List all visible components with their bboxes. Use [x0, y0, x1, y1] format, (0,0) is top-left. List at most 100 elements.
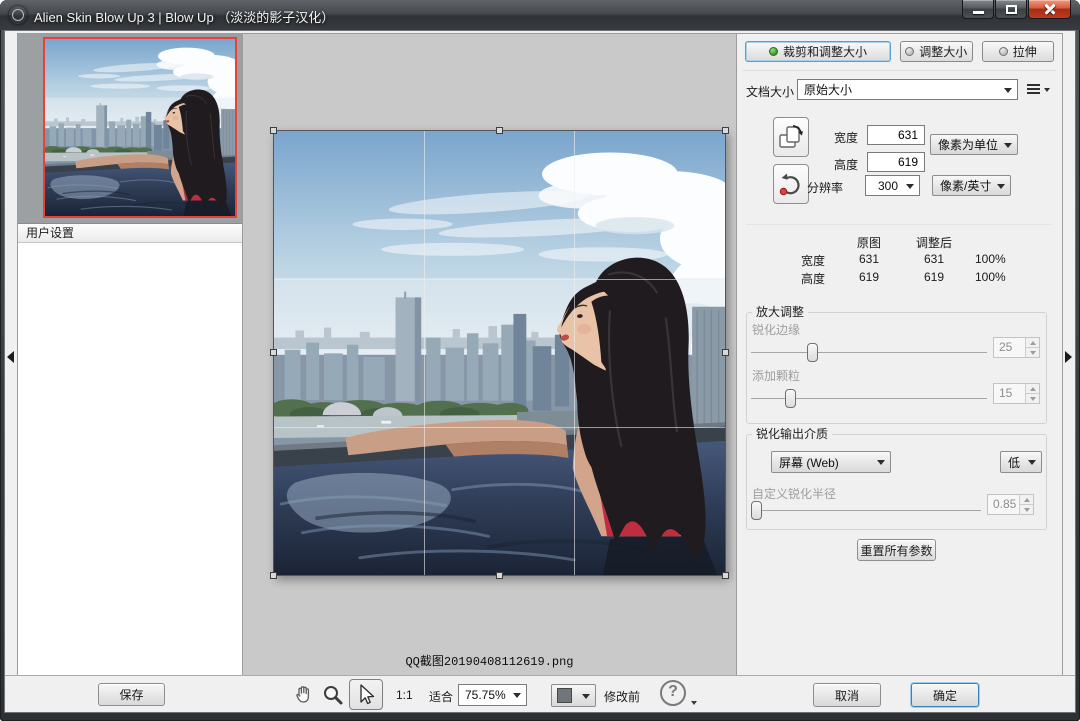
- crop-handle[interactable]: [496, 572, 503, 579]
- slider-thumb[interactable]: [785, 389, 796, 408]
- zoom-tool-button[interactable]: [319, 681, 347, 709]
- presets-list[interactable]: [18, 243, 242, 676]
- slider-thumb[interactable]: [807, 343, 818, 362]
- swap-orientation-button[interactable]: [773, 117, 809, 157]
- pan-tool-button[interactable]: [290, 681, 318, 709]
- custom-radius-spinbox[interactable]: 0.85: [987, 494, 1034, 515]
- custom-radius-value: 0.85: [988, 495, 1019, 514]
- height-label: 高度: [834, 156, 858, 173]
- close-icon: [1029, 0, 1070, 18]
- bottom-bar: 保存 1:1 适合 75.75%: [5, 675, 1075, 712]
- crop-handle[interactable]: [270, 349, 277, 356]
- grid-line-horizontal: [274, 427, 725, 428]
- crop-handle[interactable]: [270, 127, 277, 134]
- sharpen-edges-slider[interactable]: [751, 343, 987, 363]
- main-preview-image[interactable]: [273, 130, 726, 576]
- zoom-level-select[interactable]: 75.75%: [458, 684, 527, 706]
- tab-crop-and-resize[interactable]: 裁剪和调整大小: [745, 41, 891, 62]
- width-label: 宽度: [834, 129, 858, 146]
- minimize-button[interactable]: [962, 0, 994, 19]
- output-medium-select[interactable]: 屏幕 (Web): [771, 451, 891, 473]
- help-icon: ?: [668, 683, 678, 700]
- image-filename: QQ截图20190408112619.png: [243, 652, 736, 669]
- crop-handle[interactable]: [722, 127, 729, 134]
- chevron-down-icon: [582, 694, 590, 699]
- crop-handle[interactable]: [496, 127, 503, 134]
- title-bar[interactable]: Alien Skin Blow Up 3 | Blow Up （淡淡的影子汉化）: [0, 0, 1080, 30]
- spin-down-icon[interactable]: [1020, 505, 1033, 514]
- spin-down-icon[interactable]: [1026, 348, 1039, 357]
- before-view-toggle[interactable]: 修改前: [604, 688, 640, 705]
- height-input[interactable]: [867, 152, 925, 172]
- custom-radius-slider[interactable]: [751, 501, 981, 521]
- preview-thumbnail[interactable]: [43, 37, 237, 218]
- mode-tabs: 裁剪和调整大小 调整大小 拉伸: [745, 41, 1054, 62]
- help-button[interactable]: ?: [660, 680, 686, 706]
- tab-stretch[interactable]: 拉伸: [982, 41, 1055, 62]
- hand-icon: [292, 683, 316, 707]
- slider-track: [751, 352, 987, 353]
- save-button[interactable]: 保存: [98, 683, 165, 706]
- cursor-arrow-icon: [354, 683, 378, 707]
- menu-icon: [1027, 84, 1040, 86]
- help-menu-chevron-icon[interactable]: [691, 701, 697, 705]
- spin-up-icon[interactable]: [1026, 384, 1039, 394]
- color-swatch-icon: [557, 688, 572, 703]
- width-input[interactable]: [867, 125, 925, 145]
- cell-percent-width: 100%: [967, 252, 1023, 270]
- document-size-label: 文档大小: [746, 83, 794, 100]
- collapse-right-arrow-icon[interactable]: [1065, 351, 1072, 363]
- radio-unselected-icon: [905, 47, 914, 56]
- resolution-select[interactable]: 300: [865, 175, 920, 196]
- swap-orientation-icon: [778, 123, 804, 151]
- tab-resize[interactable]: 调整大小: [900, 41, 973, 62]
- background-color-select[interactable]: [551, 684, 596, 707]
- sharpen-level-select[interactable]: 低: [1000, 451, 1042, 473]
- slider-thumb[interactable]: [751, 501, 762, 520]
- crop-handle[interactable]: [722, 572, 729, 579]
- reset-dimensions-button[interactable]: [773, 164, 809, 204]
- reset-all-button[interactable]: 重置所有参数: [857, 539, 936, 561]
- right-collapse-strip: [1063, 33, 1075, 677]
- radio-selected-icon: [769, 47, 778, 56]
- resolution-label: 分辨率: [807, 179, 843, 196]
- output-medium-value: 屏幕 (Web): [779, 454, 839, 471]
- collapse-left-arrow-icon[interactable]: [7, 351, 14, 363]
- spin-up-icon[interactable]: [1026, 338, 1039, 348]
- column-header-original: 原图: [837, 234, 901, 252]
- unit-select-pixels[interactable]: 像素为单位: [930, 134, 1018, 155]
- add-grain-label: 添加颗粒: [752, 367, 800, 384]
- add-grain-slider[interactable]: [751, 389, 987, 409]
- ok-button[interactable]: 确定: [911, 683, 979, 707]
- magnifier-icon: [321, 683, 345, 707]
- enlarge-adjust-group: 放大调整 锐化边缘 25 添加颗粒: [746, 312, 1047, 424]
- cell-original-width: 631: [837, 252, 901, 270]
- crop-handle[interactable]: [270, 572, 277, 579]
- radio-unselected-icon: [999, 47, 1008, 56]
- cancel-button[interactable]: 取消: [813, 683, 881, 707]
- separator: [746, 224, 1051, 225]
- preset-menu-button[interactable]: [1025, 81, 1051, 98]
- chevron-down-icon: [1044, 88, 1050, 92]
- crop-handle[interactable]: [722, 349, 729, 356]
- cell-original-height: 619: [837, 270, 901, 288]
- sharpen-edges-spinbox[interactable]: 25: [993, 337, 1040, 358]
- cell-adjusted-width: 631: [901, 252, 967, 270]
- add-grain-spinbox[interactable]: 15: [993, 383, 1040, 404]
- spin-up-icon[interactable]: [1020, 495, 1033, 505]
- grid-line-vertical: [424, 131, 425, 575]
- fit-zoom-button[interactable]: 适合: [429, 688, 453, 705]
- spin-down-icon[interactable]: [1026, 394, 1039, 403]
- maximize-button[interactable]: [995, 0, 1027, 19]
- chevron-down-icon: [877, 460, 885, 465]
- one-to-one-zoom-button[interactable]: 1:1: [396, 688, 413, 702]
- unit-select-ppi[interactable]: 像素/英寸: [932, 175, 1011, 196]
- unit-ppi-value: 像素/英寸: [940, 177, 991, 194]
- document-size-select[interactable]: 原始大小: [797, 79, 1018, 100]
- close-button[interactable]: [1028, 0, 1071, 19]
- sharpen-edges-value: 25: [994, 338, 1025, 357]
- user-settings-header[interactable]: 用户设置: [18, 224, 242, 243]
- select-tool-button[interactable]: [349, 679, 383, 710]
- chevron-down-icon: [1004, 143, 1012, 148]
- tab-label: 裁剪和调整大小: [783, 43, 867, 60]
